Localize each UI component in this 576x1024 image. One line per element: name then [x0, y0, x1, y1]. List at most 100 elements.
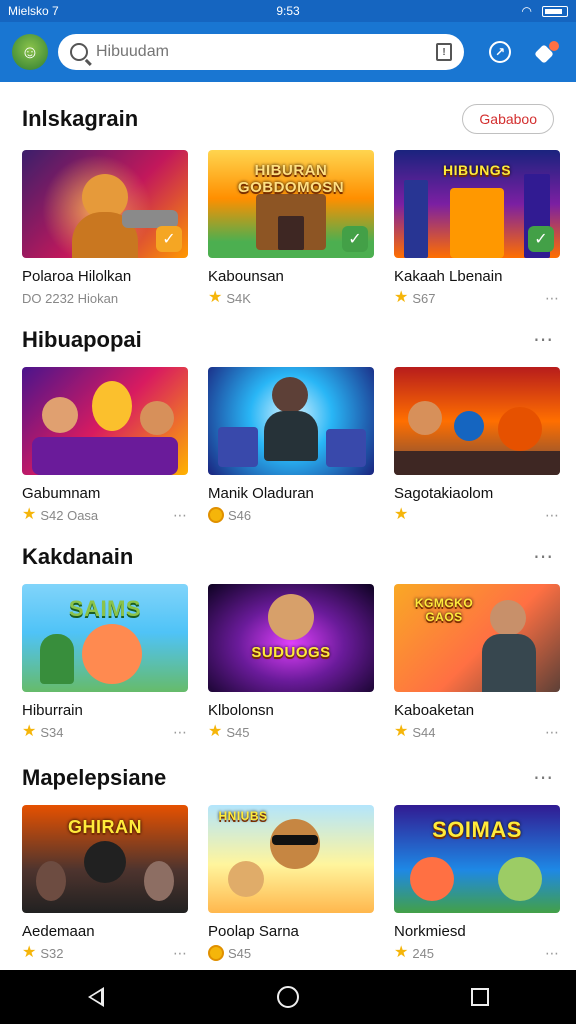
thumbnail-banner: KGMGKO GAOS [414, 596, 474, 624]
more-icon[interactable]: ⋯ [173, 507, 188, 524]
game-title: Polaroa Hilolkan [22, 268, 132, 285]
thumbnail-banner: HNIUBS [218, 809, 268, 823]
check-icon: ✓ [156, 226, 182, 252]
section-title: Kakdanain [22, 544, 134, 569]
game-thumbnail[interactable]: HNIUBS [208, 805, 374, 913]
avatar[interactable]: ☺ [12, 34, 48, 70]
game-title: Manik Oladuran [208, 485, 314, 502]
game-title: Poolap Sarna [208, 923, 299, 940]
more-icon[interactable]: ⋯ [545, 507, 560, 524]
section-1: Inlskagrain Gababoo ✓ Polaroa Hilolkan D… [0, 92, 576, 307]
more-icon[interactable]: ⋯ [545, 945, 560, 962]
game-card[interactable]: HNIUBS Poolap Sarna S45 [208, 805, 374, 962]
main-content[interactable]: Inlskagrain Gababoo ✓ Polaroa Hilolkan D… [0, 82, 576, 970]
game-card[interactable]: ✓ Polaroa Hilolkan DO 2232 Hiokan [22, 150, 188, 307]
game-meta: S44 [412, 724, 436, 740]
notifications-button[interactable] [528, 34, 564, 70]
more-icon[interactable]: ⋯ [533, 330, 554, 350]
more-icon[interactable]: ⋯ [533, 547, 554, 567]
timer-button[interactable]: ↗ [482, 34, 518, 70]
check-icon: ✓ [342, 226, 368, 252]
more-icon[interactable]: ⋯ [173, 945, 188, 962]
game-thumbnail[interactable] [394, 367, 560, 475]
star-icon: ★ [208, 723, 223, 740]
game-title: Kaboaketan [394, 702, 475, 719]
game-card[interactable]: SUDUOGS Klbolonsn ★ S45 [208, 584, 374, 741]
game-thumbnail[interactable] [208, 367, 374, 475]
search-input[interactable] [96, 43, 428, 61]
game-meta: S34 [40, 724, 64, 740]
game-title: Klbolonsn [208, 702, 274, 719]
search-bar[interactable]: ! [58, 34, 464, 70]
star-icon: ★ [208, 289, 223, 306]
back-icon [88, 987, 104, 1007]
section-action-button[interactable]: Gababoo [462, 104, 554, 134]
game-title: Hiburrain [22, 702, 83, 719]
game-thumbnail[interactable]: ✓ [22, 150, 188, 258]
clipboard-icon[interactable]: ! [436, 43, 452, 61]
home-icon [277, 986, 299, 1008]
more-icon[interactable]: ⋯ [545, 724, 560, 741]
game-title: Norkmiesd [394, 923, 466, 940]
game-title: Aedemaan [22, 923, 95, 940]
recents-button[interactable] [450, 970, 510, 1024]
game-card[interactable]: SAIMS Hiburrain ★ S34 ⋯ [22, 584, 188, 741]
star-icon: ★ [394, 723, 409, 740]
game-card[interactable]: KGMGKO GAOS Kaboaketan ★ S44 ⋯ [394, 584, 560, 741]
game-meta: S67 [412, 290, 436, 306]
game-title: Kabounsan [208, 268, 284, 285]
more-icon[interactable]: ⋯ [545, 290, 560, 307]
game-meta: S46 [228, 507, 252, 523]
game-meta: S42 Oasa [40, 507, 99, 523]
section-title: Hibuapopai [22, 327, 142, 352]
game-card[interactable]: Gabumnam ★ S42 Oasa ⋯ [22, 367, 188, 524]
thumbnail-banner: SUDUOGS [251, 644, 331, 661]
game-title: Sagotakiaolom [394, 485, 494, 502]
coin-icon [208, 945, 224, 961]
game-card[interactable]: SOIMAS Norkmiesd ★ 245 ⋯ [394, 805, 560, 962]
thumbnail-banner: GHIRAN [68, 817, 142, 837]
game-card[interactable]: HIBUNGS ✓ Kakaah Lbenain ★ S67 ⋯ [394, 150, 560, 307]
game-title: Gabumnam [22, 485, 101, 502]
section-2: Hibuapopai ⋯ Gabumnam ★ S42 Oasa ⋯ Manik… [0, 313, 576, 524]
star-icon: ★ [394, 506, 409, 523]
game-meta: S45 [226, 724, 250, 740]
star-icon: ★ [394, 289, 409, 306]
app-header: ☺ ! ↗ [0, 22, 576, 82]
game-thumbnail[interactable] [22, 367, 188, 475]
more-icon[interactable]: ⋯ [173, 724, 188, 741]
recents-icon [471, 988, 489, 1006]
check-icon: ✓ [528, 226, 554, 252]
game-thumbnail[interactable]: KGMGKO GAOS [394, 584, 560, 692]
timer-icon: ↗ [489, 41, 511, 63]
section-title: Inlskagrain [22, 106, 139, 131]
thumbnail-banner: SAIMS [68, 596, 142, 621]
notification-icon [534, 41, 559, 64]
game-thumbnail[interactable]: SAIMS [22, 584, 188, 692]
wifi-icon: ◠ [521, 4, 532, 18]
game-card[interactable]: Sagotakiaolom ★ ⋯ [394, 367, 560, 524]
back-button[interactable] [66, 970, 126, 1024]
thumbnail-banner: HIBURAN GOBDOMOSN [237, 162, 345, 196]
game-thumbnail[interactable]: HIBURAN GOBDOMOSN ✓ [208, 150, 374, 258]
game-thumbnail[interactable]: HIBUNGS ✓ [394, 150, 560, 258]
game-thumbnail[interactable]: SUDUOGS [208, 584, 374, 692]
star-icon: ★ [22, 944, 37, 961]
game-meta: S4K [226, 290, 251, 306]
status-icons: ◠ [522, 4, 568, 18]
section-3: Kakdanain ⋯ SAIMS Hiburrain ★ S34 ⋯ SUDU… [0, 530, 576, 741]
star-icon: ★ [394, 944, 409, 961]
thumbnail-banner: HIBUNGS [442, 162, 512, 178]
more-icon[interactable]: ⋯ [533, 768, 554, 788]
thumbnail-banner: SOIMAS [432, 817, 522, 842]
home-button[interactable] [258, 970, 318, 1024]
game-card[interactable]: HIBURAN GOBDOMOSN ✓ Kabounsan ★ S4K [208, 150, 374, 307]
game-thumbnail[interactable]: GHIRAN [22, 805, 188, 913]
star-icon: ★ [22, 723, 37, 740]
game-thumbnail[interactable]: SOIMAS [394, 805, 560, 913]
game-card[interactable]: Manik Oladuran S46 [208, 367, 374, 524]
system-nav-bar [0, 970, 576, 1024]
status-carrier: Mielsko 7 [8, 4, 59, 18]
game-card[interactable]: GHIRAN Aedemaan ★ S32 ⋯ [22, 805, 188, 962]
star-icon: ★ [22, 506, 37, 523]
